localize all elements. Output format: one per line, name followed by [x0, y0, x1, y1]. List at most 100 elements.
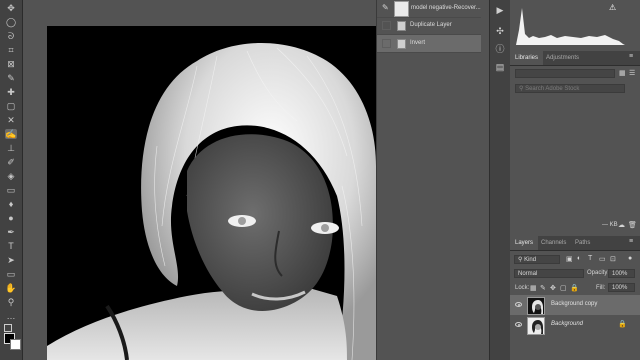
- library-select[interactable]: [515, 69, 615, 78]
- inverted-portrait-thumbnail: [528, 298, 544, 314]
- type-icon[interactable]: T: [5, 241, 17, 251]
- settings-icon[interactable]: ✣: [495, 26, 505, 36]
- blend-mode-value: Normal: [518, 271, 538, 277]
- dodge-icon[interactable]: ●: [5, 213, 17, 223]
- info-icon[interactable]: ⓘ: [495, 44, 505, 54]
- libraries-tabbar: Libraries Adjustments ≡: [510, 51, 640, 66]
- layer-thumbnail: [527, 317, 545, 335]
- tab-layers[interactable]: Layers: [510, 236, 539, 250]
- tab-adjustments[interactable]: Adjustments: [541, 51, 584, 65]
- filter-smart-icon[interactable]: ⊡: [610, 255, 616, 263]
- library-search-field[interactable]: ⚲ Search Adobe Stock: [515, 84, 625, 93]
- cloud-icon[interactable]: ☁: [618, 221, 625, 229]
- history-doc-icon: [397, 21, 406, 31]
- healing-icon[interactable]: ✚: [5, 87, 17, 97]
- hand-icon[interactable]: ✋: [5, 283, 17, 293]
- filter-adjustment-icon[interactable]: ◐: [577, 255, 581, 262]
- history-state-box: [382, 21, 391, 30]
- gradient-icon[interactable]: ▭: [5, 185, 17, 195]
- history-doc-icon: [397, 39, 406, 49]
- opacity-field[interactable]: 100%: [608, 269, 635, 278]
- history-item-label: Duplicate Layer: [410, 22, 452, 28]
- snapshot-label: model negative-Recover...: [411, 5, 481, 11]
- inverted-portrait-image: [47, 26, 376, 360]
- history-item[interactable]: Duplicate Layer: [377, 17, 481, 35]
- snapshot-thumbnail: [394, 1, 409, 17]
- pen-icon[interactable]: ✒: [5, 227, 17, 237]
- opacity-value: 100%: [612, 271, 628, 277]
- tab-paths[interactable]: Paths: [570, 236, 595, 250]
- lock-label: Lock:: [515, 285, 530, 291]
- lasso-icon[interactable]: ᘐ: [5, 31, 17, 41]
- library-footer: — KB ☁ 🗑: [510, 220, 640, 232]
- move-icon[interactable]: ✥: [5, 3, 17, 13]
- right-panels: ⚠ Libraries Adjustments ≡ ▦ ☰ ⚲ Search A…: [510, 0, 640, 360]
- fill-label: Fill:: [596, 285, 606, 291]
- lock-artboard-icon[interactable]: ▢: [560, 284, 567, 292]
- layer-thumbnail: [527, 297, 545, 315]
- filter-shape-icon[interactable]: ▭: [599, 255, 606, 263]
- layer-row[interactable]: Background 🔒: [510, 315, 640, 335]
- layer-row-selected[interactable]: Background copy: [510, 295, 640, 315]
- lock-all-icon[interactable]: 🔒: [570, 284, 579, 292]
- eraser-icon[interactable]: ◈: [5, 171, 17, 181]
- tools-panel: ✥ ◯ ᘐ ⌗ ⊠ ✎ ✚ ▢ ✕ ✍ ⊥ ✐ ◈ ▭ ♦ ● ✒ T ➤ ▭ …: [0, 0, 23, 360]
- layer-name: Background: [551, 321, 584, 327]
- brush-icon[interactable]: ✍: [5, 129, 17, 139]
- marquee-icon[interactable]: ◯: [5, 17, 17, 27]
- visibility-eye-icon[interactable]: [515, 302, 522, 307]
- swap-colors-icon[interactable]: [4, 324, 12, 332]
- library-size: — KB: [602, 222, 618, 228]
- kind-filter-value: Kind: [524, 257, 537, 263]
- search-placeholder: Search Adobe Stock: [525, 86, 580, 92]
- zoom-icon[interactable]: ⚲: [5, 297, 17, 307]
- more-tools-icon[interactable]: …: [5, 311, 17, 321]
- shape-icon[interactable]: ▭: [5, 269, 17, 279]
- kind-filter-select[interactable]: ⚲ Kind: [514, 255, 560, 264]
- histogram-panel: ⚠: [513, 0, 631, 46]
- lock-transparent-icon[interactable]: ▦: [530, 284, 537, 292]
- portrait-thumbnail: [528, 318, 544, 334]
- frame-icon[interactable]: ⊠: [5, 59, 17, 69]
- history-brush-icon[interactable]: ✐: [5, 157, 17, 167]
- red-eye-icon[interactable]: ✕: [5, 115, 17, 125]
- layer-lock-icon: 🔒: [618, 321, 627, 328]
- filter-pixel-icon[interactable]: ▣: [566, 255, 573, 263]
- image-canvas[interactable]: [47, 26, 376, 360]
- stamp-icon[interactable]: ⊥: [5, 143, 17, 153]
- opacity-label: Opacity:: [587, 270, 610, 276]
- properties-icon[interactable]: ▤: [495, 62, 505, 72]
- blur-icon[interactable]: ♦: [5, 199, 17, 209]
- filter-toggle-icon[interactable]: ●: [628, 255, 632, 262]
- layer-name: Background copy: [551, 301, 598, 307]
- path-select-icon[interactable]: ➤: [5, 255, 17, 265]
- history-item-selected[interactable]: Invert: [377, 35, 481, 53]
- trash-icon[interactable]: 🗑: [628, 221, 637, 229]
- visibility-eye-icon[interactable]: [515, 322, 522, 327]
- layers-panel-menu-icon[interactable]: ≡: [629, 238, 633, 245]
- tab-libraries[interactable]: Libraries: [510, 51, 544, 65]
- fill-value: 100%: [612, 285, 628, 291]
- layers-tabbar: Layers Channels Paths ≡: [510, 236, 640, 251]
- play-icon[interactable]: ▶: [495, 5, 505, 15]
- crop-icon[interactable]: ⌗: [5, 45, 17, 55]
- snapshot-brush-icon: ✎: [382, 3, 389, 12]
- background-color-swatch[interactable]: [10, 339, 21, 350]
- list-view-icon[interactable]: ☰: [629, 69, 635, 77]
- patch-icon[interactable]: ▢: [5, 101, 17, 111]
- history-item-label: Invert: [410, 40, 426, 46]
- history-snapshot[interactable]: ✎ model negative-Recover...: [377, 0, 481, 18]
- tab-channels[interactable]: Channels: [536, 236, 571, 250]
- filter-type-icon[interactable]: T: [588, 255, 592, 262]
- grid-view-icon[interactable]: ▦: [619, 69, 626, 77]
- fill-field[interactable]: 100%: [608, 283, 635, 292]
- panel-icon-strip: ▶ ✣ ⓘ ▤: [489, 0, 511, 360]
- lock-position-icon[interactable]: ✥: [550, 284, 556, 292]
- history-panel: ✎ model negative-Recover... Duplicate La…: [376, 0, 481, 360]
- lock-image-icon[interactable]: ✎: [540, 284, 546, 292]
- history-state-box: [382, 39, 391, 48]
- panel-menu-icon[interactable]: ≡: [629, 53, 633, 60]
- blend-mode-select[interactable]: Normal: [514, 269, 584, 278]
- warning-icon[interactable]: ⚠: [609, 3, 616, 12]
- eyedropper-icon[interactable]: ✎: [5, 73, 17, 83]
